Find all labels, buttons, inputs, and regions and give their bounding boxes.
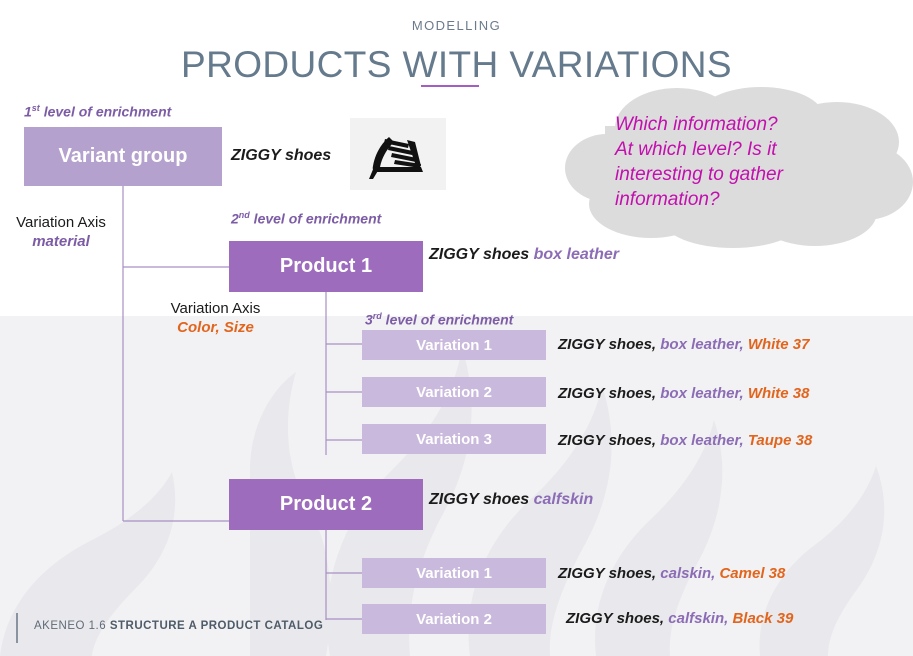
variation-label: Variation 2 (416, 610, 492, 628)
axis-title-2: Variation Axis (170, 300, 261, 317)
sku-p2-variation-1: ZIGGY shoes, calskin, Camel 38 (558, 565, 785, 582)
sku-p1-variation-2: ZIGGY shoes, box leather, White 38 (558, 385, 810, 402)
thought-bubble-text: Which information? At which level? Is it… (615, 112, 840, 212)
footer-prefix: AKENEO 1.6 (34, 620, 110, 632)
node-p2-variation-1[interactable]: Variation 1 (362, 558, 546, 588)
eyebrow-label: MODELLING (411, 18, 502, 33)
sku-color-text: Taupe 38 (747, 432, 813, 449)
sku-color-text: Black 39 (732, 610, 794, 627)
node-variant-group[interactable]: Variant group (24, 127, 222, 186)
sku-color-text: White 38 (747, 385, 810, 402)
product-1-label: Product 1 (279, 255, 373, 277)
axis-title-1: Variation Axis (16, 214, 106, 231)
level1-number: 1 (24, 103, 32, 120)
level2-ordinal-suffix: nd (238, 210, 250, 220)
product-image-card (350, 118, 446, 190)
node-p1-variation-2[interactable]: Variation 2 (362, 377, 546, 407)
high-heel-sandal-icon (369, 137, 423, 179)
level1-ordinal-suffix: st (31, 103, 40, 113)
footer-accent-rule (16, 613, 18, 643)
sku-base-text: ZIGGY shoes (429, 491, 534, 508)
footer-bold-text: STRUCTURE A PRODUCT CATALOG (109, 620, 324, 632)
title-underline-rule (421, 85, 479, 87)
sku-product-2: ZIGGY shoes calfskin (429, 491, 593, 509)
sku-base-text: ZIGGY shoes (231, 147, 332, 164)
thought-line-1: Which information? (615, 114, 778, 135)
node-p2-variation-2[interactable]: Variation 2 (362, 604, 546, 634)
level1-text: level of enrichment (39, 103, 172, 120)
axis-value-2: Color, Size (177, 318, 254, 336)
sku-base-text: ZIGGY shoes, (558, 336, 661, 353)
enrichment-level-1-label: 1st level of enrichment (24, 103, 171, 120)
thought-line-3: interesting to gather (615, 164, 783, 186)
thought-line-4: information? (615, 189, 720, 211)
sku-material-text: calskin, (660, 565, 720, 582)
level3-ordinal-suffix: rd (372, 311, 382, 321)
sku-material-text: box leather, (660, 336, 748, 353)
sku-p2-variation-2: ZIGGY shoes, calfskin, Black 39 (566, 610, 793, 627)
sku-material-text: calfskin, (668, 610, 733, 627)
page-title: PRODUCTS WITH VARIATIONS (181, 44, 732, 85)
variant-group-label: Variant group (58, 145, 188, 167)
sku-material-text: box leather, (660, 432, 748, 449)
node-p1-variation-1[interactable]: Variation 1 (362, 330, 546, 360)
thought-line-2: At which level? Is it (615, 139, 777, 161)
sku-p1-variation-1: ZIGGY shoes, box leather, White 37 (558, 336, 810, 353)
variation-axis-material: Variation Axis material (6, 214, 116, 252)
enrichment-level-2-label: 2nd level of enrichment (231, 210, 381, 227)
node-product-2[interactable]: Product 2 (229, 479, 423, 530)
level2-number: 2 (231, 210, 239, 227)
sku-base-text: ZIGGY shoes, (566, 610, 669, 627)
sku-color-text: White 37 (747, 336, 810, 353)
sku-material-text: box leather, (660, 385, 748, 402)
level3-number: 3 (365, 311, 373, 328)
slide-canvas: MODELLING PRODUCTS WITH VARIATIONS 1st l… (0, 0, 913, 656)
variation-label: Variation 2 (416, 383, 492, 401)
variation-axis-color-size: Variation Axis Color, Size (147, 300, 284, 338)
sku-p1-variation-3: ZIGGY shoes, box leather, Taupe 38 (558, 432, 812, 449)
level2-text: level of enrichment (249, 210, 382, 227)
variation-label: Variation 3 (416, 430, 492, 448)
footer-caption: AKENEO 1.6 STRUCTURE A PRODUCT CATALOG (34, 620, 323, 632)
node-product-1[interactable]: Product 1 (229, 241, 423, 292)
sku-variant-group: ZIGGY shoes (231, 147, 331, 165)
sku-product-1: ZIGGY shoes box leather (429, 246, 619, 264)
sku-base-text: ZIGGY shoes, (558, 385, 661, 402)
sku-base-text: ZIGGY shoes, (558, 565, 661, 582)
axis-value-1: material (32, 232, 90, 250)
level3-text: level of enrichment (381, 311, 514, 328)
variation-label: Variation 1 (416, 564, 492, 582)
sku-material-text: box leather (533, 246, 619, 263)
sku-base-text: ZIGGY shoes (429, 246, 534, 263)
variation-label: Variation 1 (416, 336, 492, 354)
sku-base-text: ZIGGY shoes, (558, 432, 661, 449)
node-p1-variation-3[interactable]: Variation 3 (362, 424, 546, 454)
sku-color-text: Camel 38 (719, 565, 786, 582)
sku-material-text: calfskin (533, 491, 594, 508)
product-2-label: Product 2 (279, 493, 373, 515)
enrichment-level-3-label: 3rd level of enrichment (365, 311, 513, 328)
